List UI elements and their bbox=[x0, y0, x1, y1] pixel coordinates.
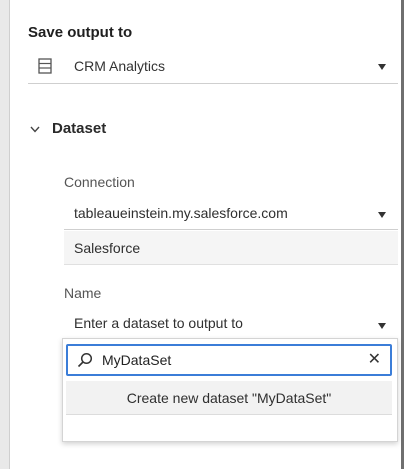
chevron-down-icon bbox=[378, 64, 386, 70]
dataset-search-popup: ✕ Create new dataset "MyDataSet" bbox=[62, 338, 398, 442]
close-icon[interactable]: ✕ bbox=[368, 349, 381, 369]
output-type-dropdown[interactable]: CRM Analytics bbox=[28, 50, 398, 84]
output-type-value: CRM Analytics bbox=[74, 58, 166, 74]
connection-dropdown[interactable]: tableaueinstein.my.salesforce.com bbox=[64, 198, 398, 230]
search-icon bbox=[77, 352, 93, 373]
chevron-down-icon bbox=[378, 212, 386, 218]
dataset-name-dropdown[interactable]: Enter a dataset to output to bbox=[64, 309, 398, 339]
save-output-title: Save output to bbox=[28, 24, 133, 41]
chevron-down-icon[interactable] bbox=[30, 123, 40, 135]
create-dataset-option[interactable]: Create new dataset "MyDataSet" bbox=[66, 381, 392, 415]
dataset-section-header[interactable]: Dataset bbox=[30, 120, 106, 137]
chevron-down-icon bbox=[378, 323, 386, 329]
dataset-name-placeholder: Enter a dataset to output to bbox=[74, 315, 243, 331]
dataset-search-input[interactable] bbox=[102, 350, 362, 370]
connection-type-value: Salesforce bbox=[74, 240, 141, 256]
connection-type-row: Salesforce bbox=[64, 231, 398, 265]
dataset-search-box[interactable]: ✕ bbox=[66, 344, 392, 376]
dataset-section-title: Dataset bbox=[52, 120, 107, 137]
panel-left-border bbox=[0, 0, 10, 469]
table-icon bbox=[38, 58, 52, 77]
name-label: Name bbox=[64, 285, 102, 301]
connection-label: Connection bbox=[64, 174, 135, 190]
connection-value: tableaueinstein.my.salesforce.com bbox=[74, 205, 288, 221]
create-dataset-label: Create new dataset "MyDataSet" bbox=[126, 390, 332, 406]
